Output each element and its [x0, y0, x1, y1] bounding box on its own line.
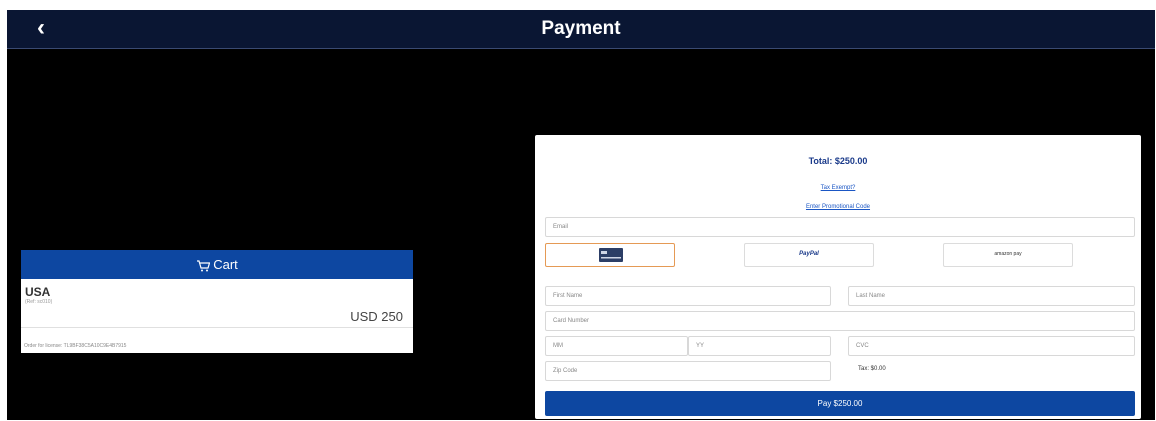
cart-header: Cart — [21, 250, 413, 279]
last-name-field[interactable]: Last Name — [848, 286, 1135, 306]
amazon-pay-label: amazon pay — [994, 251, 1022, 257]
paypal-label: PayPal — [799, 251, 819, 257]
first-name-field[interactable]: First Name — [545, 286, 831, 306]
tax-amount: Tax: $0.00 — [858, 366, 886, 372]
email-field[interactable]: Email — [545, 217, 1135, 237]
card-method-button[interactable] — [545, 243, 675, 267]
credit-card-icon — [599, 248, 623, 262]
expiry-year-field[interactable]: YY — [688, 336, 831, 356]
cart-panel: Cart USA (Ref: sc010) USD 250 Order for … — [21, 250, 413, 353]
cart-heading: Cart — [213, 257, 238, 272]
cart-item-ref: (Ref: sc010) — [25, 299, 53, 305]
top-bar: Payment ‹ — [7, 10, 1155, 49]
amazon-pay-method-button[interactable]: amazon pay — [943, 243, 1073, 267]
tax-exempt-link[interactable]: Tax Exempt? — [535, 185, 1141, 191]
expiry-month-field[interactable]: MM — [545, 336, 688, 356]
cvc-field[interactable]: CVC — [848, 336, 1135, 356]
cart-order-note: Order for license: TL9BF38C5A10C9E4B7915 — [24, 343, 127, 349]
order-total: Total: $250.00 — [808, 156, 868, 166]
back-button[interactable]: ‹ — [29, 15, 53, 41]
cart-item-price: USD 250 — [350, 309, 403, 324]
card-number-field[interactable]: Card Number — [545, 311, 1135, 331]
pay-button[interactable]: Pay $250.00 — [545, 391, 1135, 416]
paypal-method-button[interactable]: PayPal — [744, 243, 874, 267]
page-title: Payment — [541, 18, 621, 39]
cart-item-country: USA — [25, 285, 51, 299]
cart-item: USA (Ref: sc010) USD 250 — [21, 279, 413, 328]
zip-code-field[interactable]: Zip Code — [545, 361, 831, 381]
payment-panel: Total: $250.00 Tax Exempt? Enter Promoti… — [535, 135, 1141, 419]
promo-code-link[interactable]: Enter Promotional Code — [535, 204, 1141, 210]
app-stage: Payment ‹ Cart USA (Ref: sc010) USD 250 … — [7, 10, 1155, 420]
cart-icon — [197, 259, 211, 272]
